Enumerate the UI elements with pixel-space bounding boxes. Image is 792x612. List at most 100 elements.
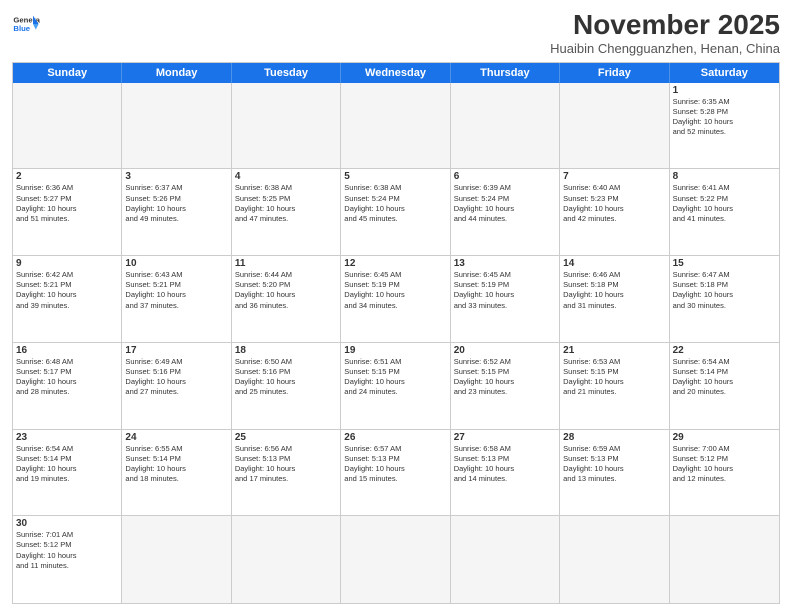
- title-area: November 2025 Huaibin Chengguanzhen, Hen…: [550, 10, 780, 56]
- day-number: 19: [344, 345, 446, 356]
- calendar-cell: 11Sunrise: 6:44 AM Sunset: 5:20 PM Dayli…: [232, 256, 341, 343]
- calendar-cell: 10Sunrise: 6:43 AM Sunset: 5:21 PM Dayli…: [122, 256, 231, 343]
- day-info: Sunrise: 6:58 AM Sunset: 5:13 PM Dayligh…: [454, 444, 556, 485]
- calendar-cell: 28Sunrise: 6:59 AM Sunset: 5:13 PM Dayli…: [560, 430, 669, 517]
- day-info: Sunrise: 6:54 AM Sunset: 5:14 PM Dayligh…: [673, 357, 776, 398]
- day-info: Sunrise: 7:00 AM Sunset: 5:12 PM Dayligh…: [673, 444, 776, 485]
- location: Huaibin Chengguanzhen, Henan, China: [550, 41, 780, 56]
- day-number: 11: [235, 258, 337, 269]
- calendar-cell: [451, 516, 560, 603]
- day-number: 17: [125, 345, 227, 356]
- calendar-cell: [232, 83, 341, 170]
- calendar-cell: 24Sunrise: 6:55 AM Sunset: 5:14 PM Dayli…: [122, 430, 231, 517]
- calendar-cell: 4Sunrise: 6:38 AM Sunset: 5:25 PM Daylig…: [232, 169, 341, 256]
- calendar-cell: 18Sunrise: 6:50 AM Sunset: 5:16 PM Dayli…: [232, 343, 341, 430]
- day-number: 7: [563, 171, 665, 182]
- day-info: Sunrise: 6:51 AM Sunset: 5:15 PM Dayligh…: [344, 357, 446, 398]
- calendar-cell: 19Sunrise: 6:51 AM Sunset: 5:15 PM Dayli…: [341, 343, 450, 430]
- calendar-cell: 3Sunrise: 6:37 AM Sunset: 5:26 PM Daylig…: [122, 169, 231, 256]
- day-info: Sunrise: 6:42 AM Sunset: 5:21 PM Dayligh…: [16, 270, 118, 311]
- day-number: 1: [673, 85, 776, 96]
- day-info: Sunrise: 6:36 AM Sunset: 5:27 PM Dayligh…: [16, 183, 118, 224]
- calendar-cell: 14Sunrise: 6:46 AM Sunset: 5:18 PM Dayli…: [560, 256, 669, 343]
- calendar-cell: [232, 516, 341, 603]
- day-number: 4: [235, 171, 337, 182]
- day-info: Sunrise: 6:37 AM Sunset: 5:26 PM Dayligh…: [125, 183, 227, 224]
- day-number: 28: [563, 432, 665, 443]
- day-of-week-header: Friday: [560, 63, 669, 83]
- day-info: Sunrise: 6:55 AM Sunset: 5:14 PM Dayligh…: [125, 444, 227, 485]
- day-number: 15: [673, 258, 776, 269]
- calendar-cell: 8Sunrise: 6:41 AM Sunset: 5:22 PM Daylig…: [670, 169, 779, 256]
- calendar-cell: 21Sunrise: 6:53 AM Sunset: 5:15 PM Dayli…: [560, 343, 669, 430]
- calendar-cell: 7Sunrise: 6:40 AM Sunset: 5:23 PM Daylig…: [560, 169, 669, 256]
- calendar-cell: 22Sunrise: 6:54 AM Sunset: 5:14 PM Dayli…: [670, 343, 779, 430]
- calendar-cell: 5Sunrise: 6:38 AM Sunset: 5:24 PM Daylig…: [341, 169, 450, 256]
- day-number: 25: [235, 432, 337, 443]
- calendar-cell: [13, 83, 122, 170]
- calendar-cell: [451, 83, 560, 170]
- calendar-cell: 29Sunrise: 7:00 AM Sunset: 5:12 PM Dayli…: [670, 430, 779, 517]
- day-number: 3: [125, 171, 227, 182]
- logo: General Blue: [12, 10, 40, 38]
- day-number: 6: [454, 171, 556, 182]
- day-info: Sunrise: 6:40 AM Sunset: 5:23 PM Dayligh…: [563, 183, 665, 224]
- day-number: 5: [344, 171, 446, 182]
- day-info: Sunrise: 6:54 AM Sunset: 5:14 PM Dayligh…: [16, 444, 118, 485]
- day-of-week-header: Thursday: [451, 63, 560, 83]
- day-info: Sunrise: 6:48 AM Sunset: 5:17 PM Dayligh…: [16, 357, 118, 398]
- day-info: Sunrise: 6:38 AM Sunset: 5:25 PM Dayligh…: [235, 183, 337, 224]
- day-number: 23: [16, 432, 118, 443]
- day-info: Sunrise: 7:01 AM Sunset: 5:12 PM Dayligh…: [16, 530, 118, 571]
- day-number: 2: [16, 171, 118, 182]
- day-of-week-header: Wednesday: [341, 63, 450, 83]
- calendar-cell: 6Sunrise: 6:39 AM Sunset: 5:24 PM Daylig…: [451, 169, 560, 256]
- day-number: 13: [454, 258, 556, 269]
- month-title: November 2025: [550, 10, 780, 41]
- day-of-week-header: Sunday: [13, 63, 122, 83]
- day-info: Sunrise: 6:41 AM Sunset: 5:22 PM Dayligh…: [673, 183, 776, 224]
- calendar-cell: 25Sunrise: 6:56 AM Sunset: 5:13 PM Dayli…: [232, 430, 341, 517]
- day-number: 29: [673, 432, 776, 443]
- header: General Blue November 2025 Huaibin Cheng…: [12, 10, 780, 56]
- day-number: 24: [125, 432, 227, 443]
- day-of-week-header: Monday: [122, 63, 231, 83]
- day-number: 30: [16, 518, 118, 529]
- calendar-header: SundayMondayTuesdayWednesdayThursdayFrid…: [13, 63, 779, 83]
- day-of-week-header: Tuesday: [232, 63, 341, 83]
- day-info: Sunrise: 6:35 AM Sunset: 5:28 PM Dayligh…: [673, 97, 776, 138]
- svg-text:Blue: Blue: [13, 24, 30, 33]
- calendar-cell: 13Sunrise: 6:45 AM Sunset: 5:19 PM Dayli…: [451, 256, 560, 343]
- calendar-cell: 12Sunrise: 6:45 AM Sunset: 5:19 PM Dayli…: [341, 256, 450, 343]
- calendar-cell: [122, 516, 231, 603]
- day-number: 27: [454, 432, 556, 443]
- calendar-cell: [341, 83, 450, 170]
- day-info: Sunrise: 6:57 AM Sunset: 5:13 PM Dayligh…: [344, 444, 446, 485]
- day-number: 22: [673, 345, 776, 356]
- day-info: Sunrise: 6:59 AM Sunset: 5:13 PM Dayligh…: [563, 444, 665, 485]
- day-info: Sunrise: 6:46 AM Sunset: 5:18 PM Dayligh…: [563, 270, 665, 311]
- day-of-week-header: Saturday: [670, 63, 779, 83]
- day-info: Sunrise: 6:52 AM Sunset: 5:15 PM Dayligh…: [454, 357, 556, 398]
- calendar-body: 1Sunrise: 6:35 AM Sunset: 5:28 PM Daylig…: [13, 83, 779, 603]
- day-info: Sunrise: 6:47 AM Sunset: 5:18 PM Dayligh…: [673, 270, 776, 311]
- calendar-cell: 16Sunrise: 6:48 AM Sunset: 5:17 PM Dayli…: [13, 343, 122, 430]
- day-number: 8: [673, 171, 776, 182]
- logo-icon: General Blue: [12, 10, 40, 38]
- day-info: Sunrise: 6:50 AM Sunset: 5:16 PM Dayligh…: [235, 357, 337, 398]
- calendar-cell: 1Sunrise: 6:35 AM Sunset: 5:28 PM Daylig…: [670, 83, 779, 170]
- day-number: 26: [344, 432, 446, 443]
- calendar-cell: 20Sunrise: 6:52 AM Sunset: 5:15 PM Dayli…: [451, 343, 560, 430]
- calendar-cell: [122, 83, 231, 170]
- calendar-cell: [560, 83, 669, 170]
- day-number: 18: [235, 345, 337, 356]
- calendar-cell: [670, 516, 779, 603]
- day-info: Sunrise: 6:53 AM Sunset: 5:15 PM Dayligh…: [563, 357, 665, 398]
- calendar-cell: 30Sunrise: 7:01 AM Sunset: 5:12 PM Dayli…: [13, 516, 122, 603]
- day-number: 21: [563, 345, 665, 356]
- day-number: 9: [16, 258, 118, 269]
- day-info: Sunrise: 6:56 AM Sunset: 5:13 PM Dayligh…: [235, 444, 337, 485]
- day-number: 14: [563, 258, 665, 269]
- day-number: 12: [344, 258, 446, 269]
- calendar-cell: 17Sunrise: 6:49 AM Sunset: 5:16 PM Dayli…: [122, 343, 231, 430]
